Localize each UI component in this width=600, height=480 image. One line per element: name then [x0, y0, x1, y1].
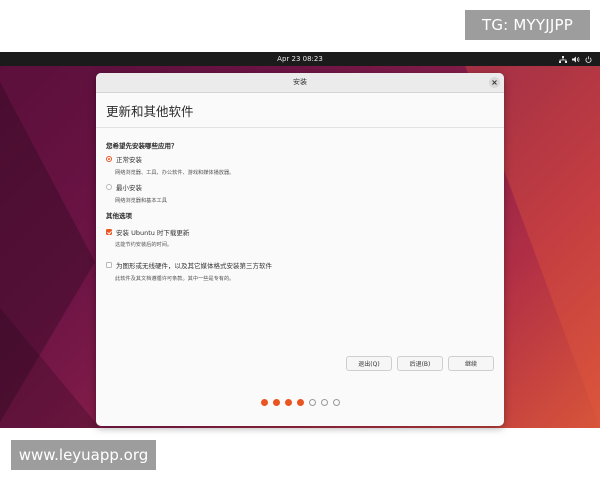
installer-window: 安装 更新和其他软件 您希望先安装哪些应用？ 正常安装 网络浏览器、工具、办公软… — [96, 73, 504, 426]
page-header: 更新和其他软件 — [96, 93, 504, 128]
watermark-top: TG: MYYJJPP — [465, 10, 590, 40]
progress-dot-complete — [272, 399, 280, 406]
checkbox-checked[interactable] — [106, 229, 112, 235]
power-icon[interactable] — [585, 55, 592, 63]
system-tray[interactable] — [559, 52, 592, 66]
progress-dot-pending — [332, 399, 340, 406]
checkbox-label: 为图形或无线硬件，以及其它媒体格式安装第三方软件 — [116, 262, 272, 270]
progress-dot-complete — [284, 399, 292, 406]
checkbox-label: 安装 Ubuntu 时下载更新 — [116, 229, 190, 237]
progress-dot-complete — [296, 399, 304, 406]
checkbox-third-party[interactable]: 为图形或无线硬件，以及其它媒体格式安装第三方软件 — [106, 260, 272, 270]
continue-button[interactable]: 继续 — [448, 356, 494, 371]
checkbox-description: 这能节约安装后的时间。 — [115, 242, 173, 248]
option-label: 正常安装 — [116, 156, 142, 164]
install-question: 您希望先安装哪些应用？ — [106, 142, 178, 150]
window-titlebar[interactable]: 安装 — [96, 73, 504, 93]
quit-button[interactable]: 退出(Q) — [346, 356, 392, 371]
network-icon[interactable] — [559, 55, 567, 63]
screenshot-page: TG: MYYJJPP www.leyuapp.org Apr 23 08:23 — [0, 0, 600, 480]
option-minimal-install[interactable]: 最小安装 — [106, 182, 142, 192]
progress-dots — [96, 399, 504, 406]
top-bar: Apr 23 08:23 — [0, 52, 600, 66]
page-title: 更新和其他软件 — [106, 104, 194, 119]
option-label: 最小安装 — [116, 184, 142, 192]
option-normal-install[interactable]: 正常安装 — [106, 154, 142, 164]
navigation-buttons: 退出(Q) 后退(B) 继续 — [346, 356, 494, 371]
progress-dot-pending — [308, 399, 316, 406]
window-title: 安装 — [293, 78, 307, 86]
checkbox[interactable] — [106, 262, 112, 268]
watermark-bottom: www.leyuapp.org — [11, 440, 156, 470]
back-button[interactable]: 后退(B) — [397, 356, 443, 371]
volume-icon[interactable] — [572, 56, 580, 63]
checkbox-description: 此软件及其文档遵循许可条款。其中一些是专有的。 — [115, 276, 235, 282]
checkbox-download-updates[interactable]: 安装 Ubuntu 时下载更新 — [106, 227, 189, 237]
close-button[interactable] — [489, 77, 500, 88]
progress-dot-pending — [320, 399, 328, 406]
option-description: 网络浏览器和基本工具 — [115, 198, 167, 204]
option-description: 网络浏览器、工具、办公软件、游戏和媒体播放器。 — [115, 170, 235, 176]
radio-button[interactable] — [106, 184, 112, 190]
other-options-title: 其他选项 — [106, 212, 132, 220]
clock[interactable]: Apr 23 08:23 — [0, 52, 600, 66]
wallpaper-shape — [0, 308, 100, 428]
radio-button-selected[interactable] — [106, 156, 112, 162]
progress-dot-complete — [260, 399, 268, 406]
close-icon — [492, 80, 497, 85]
